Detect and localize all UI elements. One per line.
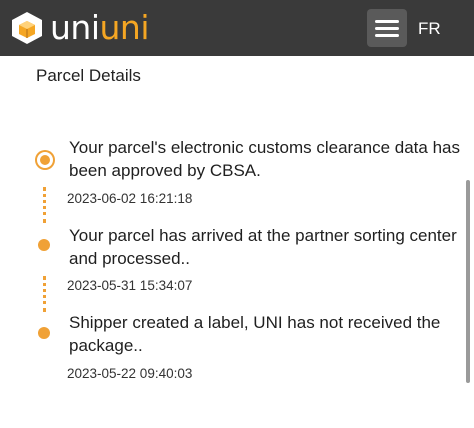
top-navigation-bar: uniuni FR [0, 0, 474, 56]
timeline-connector [43, 187, 46, 223]
timeline-dot [38, 239, 50, 251]
language-switch-link[interactable]: FR [418, 19, 441, 39]
timeline-event-status: Your parcel's electronic customs clearan… [69, 138, 460, 180]
timeline-event-time: 2023-05-22 09:40:03 [67, 366, 193, 381]
timeline-event-time: 2023-06-02 16:21:18 [67, 191, 193, 206]
box-logo-icon [12, 12, 42, 44]
menu-button[interactable] [367, 9, 407, 47]
hamburger-menu-icon-line [375, 34, 399, 37]
timeline-connector [43, 276, 46, 312]
brand-logo[interactable]: uniuni [10, 10, 149, 46]
timeline-event-status: Shipper created a label, UNI has not rec… [69, 313, 441, 355]
brand-name-part2: uni [99, 8, 150, 47]
hamburger-menu-icon-line [375, 27, 399, 30]
timeline-dot-current [37, 152, 53, 168]
scrollbar[interactable] [466, 180, 470, 383]
page-title: Parcel Details [36, 66, 141, 85]
hamburger-menu-icon [375, 20, 399, 23]
brand-name: uniuni [50, 10, 149, 46]
timeline-dot [38, 327, 50, 339]
timeline-event-time: 2023-05-31 15:34:07 [67, 278, 193, 293]
brand-name-part1: uni [50, 8, 100, 47]
timeline-event-status: Your parcel has arrived at the partner s… [69, 226, 457, 268]
